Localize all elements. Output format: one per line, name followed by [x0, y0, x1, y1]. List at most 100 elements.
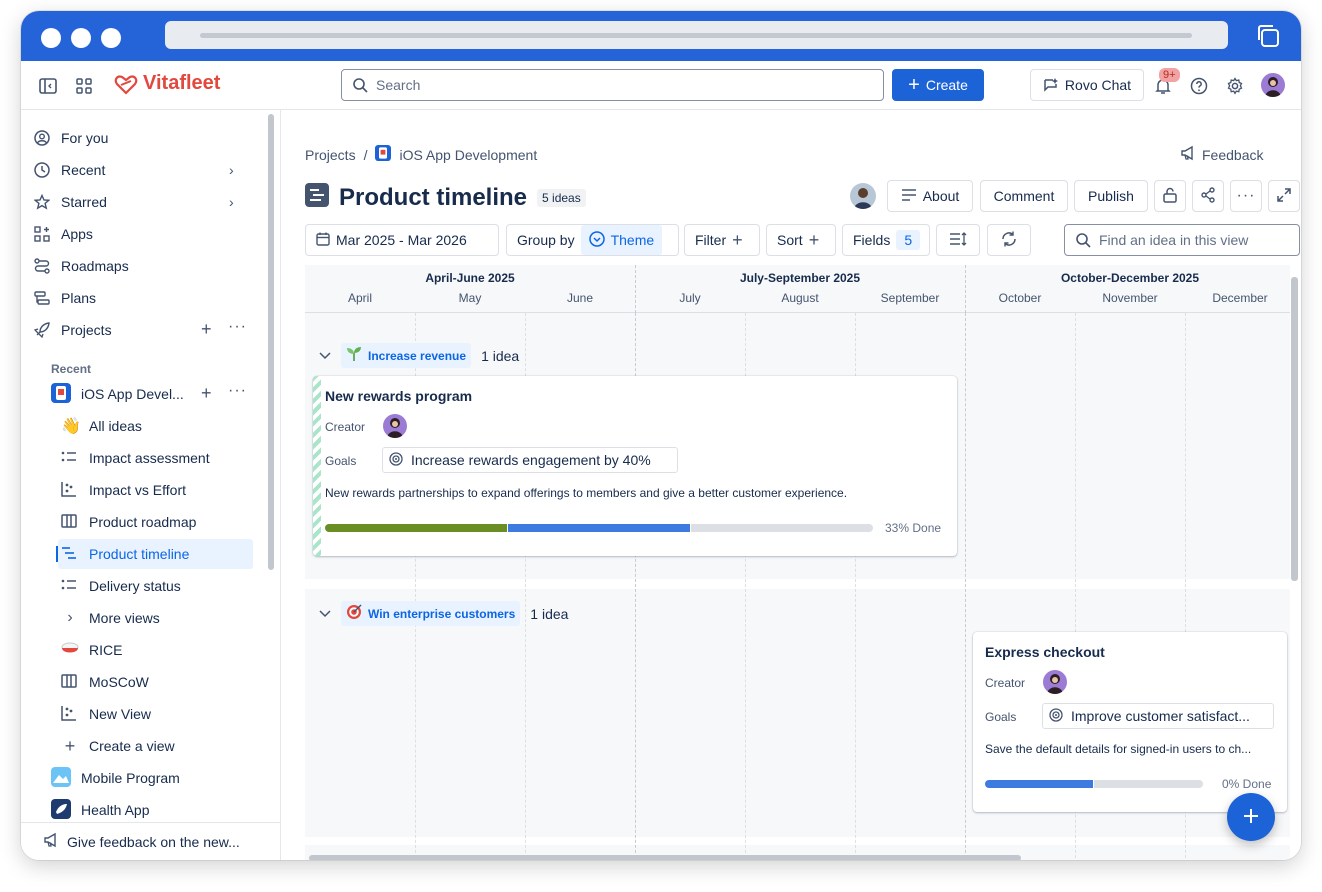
- find-idea-input[interactable]: [1099, 232, 1289, 248]
- collaborator-avatar[interactable]: [850, 183, 876, 209]
- progress-todo-segment: [1094, 780, 1203, 788]
- sidebar-item-label: Plans: [61, 290, 97, 306]
- sidebar-item-apps[interactable]: Apps: [33, 219, 93, 249]
- group-by-theme-chip[interactable]: Theme: [580, 225, 663, 255]
- chevron-down-icon[interactable]: [319, 607, 331, 621]
- refresh-arrows-icon: [1000, 230, 1018, 251]
- goals-label: Goals: [325, 454, 357, 468]
- more-actions-button[interactable]: ···: [1230, 180, 1262, 212]
- chevron-down-icon[interactable]: [319, 349, 331, 363]
- plus-icon: [1242, 807, 1260, 828]
- app-switcher-icon[interactable]: [73, 75, 95, 97]
- view-moscow[interactable]: MoSCoW: [61, 667, 149, 697]
- view-impact-assessment[interactable]: Impact assessment: [61, 443, 210, 473]
- give-feedback-button[interactable]: Give feedback on the new...: [21, 822, 280, 860]
- window-maximize-dot[interactable]: [101, 28, 121, 48]
- timeline-horizontal-scrollbar[interactable]: [309, 855, 1021, 860]
- row-height-button[interactable]: [936, 224, 980, 256]
- sidebar-scrollbar[interactable]: [268, 114, 274, 570]
- date-range-button[interactable]: Mar 2025 - Mar 2026: [305, 224, 499, 256]
- create-view-button[interactable]: + Create a view: [61, 731, 175, 761]
- unlock-button[interactable]: [1154, 180, 1186, 212]
- plans-icon: [33, 289, 51, 307]
- breadcrumb-project[interactable]: iOS App Development: [399, 147, 537, 163]
- add-view-plus-icon[interactable]: +: [201, 384, 212, 402]
- copy-window-icon[interactable]: [1255, 23, 1281, 49]
- goal-chip[interactable]: Improve customer satisfact...: [1042, 703, 1274, 729]
- view-delivery-status[interactable]: Delivery status: [61, 571, 181, 601]
- window-minimize-dot[interactable]: [71, 28, 91, 48]
- search-input[interactable]: [376, 77, 856, 93]
- view-label: Create a view: [89, 738, 175, 754]
- user-avatar[interactable]: [1261, 73, 1285, 97]
- grid-line: [965, 313, 966, 860]
- sidebar-item-plans[interactable]: Plans: [33, 283, 96, 313]
- breadcrumb-projects[interactable]: Projects: [305, 147, 356, 163]
- creator-avatar[interactable]: [383, 414, 407, 438]
- filter-button[interactable]: Filter +: [684, 224, 760, 256]
- about-button[interactable]: About: [887, 180, 973, 212]
- sidebar-project-health-app[interactable]: Health App: [51, 795, 150, 825]
- view-product-timeline[interactable]: Product timeline: [58, 539, 253, 569]
- add-project-plus-icon[interactable]: +: [201, 320, 212, 338]
- view-impact-vs-effort[interactable]: Impact vs Effort: [61, 475, 186, 505]
- chevron-right-icon[interactable]: ›: [229, 194, 234, 210]
- find-idea-box[interactable]: [1064, 224, 1300, 256]
- comment-label: Comment: [993, 188, 1055, 204]
- comment-button[interactable]: Comment: [980, 180, 1068, 212]
- address-bar[interactable]: [165, 21, 1228, 49]
- view-rice[interactable]: RICE: [61, 635, 122, 665]
- projects-more-icon[interactable]: ···: [228, 318, 247, 336]
- more-horizontal-icon: ···: [1236, 187, 1256, 204]
- fullscreen-button[interactable]: [1268, 180, 1300, 212]
- sidebar-project-ios-app[interactable]: iOS App Devel...: [51, 379, 184, 409]
- sidebar-item-recent[interactable]: Recent: [33, 155, 105, 185]
- project-more-icon[interactable]: ···: [228, 382, 247, 400]
- group-count: 1 idea: [481, 347, 520, 364]
- create-button[interactable]: + Create: [892, 69, 984, 101]
- sidebar-item-projects[interactable]: Projects: [33, 315, 112, 345]
- view-label: MoSCoW: [89, 674, 149, 690]
- theme-tag[interactable]: Increase revenue: [341, 343, 472, 368]
- sidebar-item-for-you[interactable]: For you: [33, 123, 108, 153]
- sidebar-toggle-icon[interactable]: [37, 75, 59, 97]
- view-product-roadmap[interactable]: Product roadmap: [61, 507, 196, 537]
- search-box[interactable]: [341, 69, 884, 101]
- sidebar-project-mobile-program[interactable]: Mobile Program: [51, 763, 180, 793]
- view-more-views[interactable]: › More views: [61, 603, 159, 633]
- share-button[interactable]: [1192, 180, 1224, 212]
- theme-tag[interactable]: Win enterprise customers: [341, 601, 521, 626]
- help-icon[interactable]: [1189, 76, 1209, 96]
- app-logo[interactable]: Vitafleet: [113, 72, 220, 95]
- group-header-win-enterprise[interactable]: Win enterprise customers 1 idea: [319, 601, 568, 626]
- timeline-grid: April-June 2025 July-September 2025 Octo…: [305, 265, 1290, 860]
- sidebar-item-starred[interactable]: Starred: [33, 187, 107, 217]
- idea-card-new-rewards[interactable]: New rewards program Creator Goals Increa…: [313, 376, 957, 556]
- group-by-button[interactable]: Group by Theme: [506, 224, 679, 256]
- group-header-increase-revenue[interactable]: Increase revenue 1 idea: [319, 343, 519, 368]
- chevron-right-icon[interactable]: ›: [229, 162, 234, 178]
- goal-chip[interactable]: Increase rewards engagement by 40%: [382, 447, 678, 473]
- settings-gear-icon[interactable]: [1225, 76, 1245, 96]
- sort-button[interactable]: Sort +: [766, 224, 836, 256]
- feedback-button[interactable]: Feedback: [1180, 145, 1263, 164]
- sidebar-item-roadmaps[interactable]: Roadmaps: [33, 251, 129, 281]
- rovo-chat-button[interactable]: Rovo Chat: [1030, 69, 1144, 101]
- idea-card-express-checkout[interactable]: Express checkout Creator Goals Improve c…: [973, 632, 1287, 812]
- ios-project-icon: [375, 145, 392, 164]
- board-columns-icon: [61, 513, 79, 531]
- add-idea-fab[interactable]: [1227, 793, 1275, 841]
- publish-button[interactable]: Publish: [1074, 180, 1148, 212]
- fields-button[interactable]: Fields 5: [842, 224, 930, 256]
- timeline-vertical-scrollbar[interactable]: [1291, 277, 1298, 581]
- view-all-ideas[interactable]: 👋 All ideas: [61, 411, 142, 441]
- megaphone-icon: [43, 832, 59, 851]
- timeline-page-icon: [305, 183, 329, 212]
- window-close-dot[interactable]: [41, 28, 61, 48]
- view-new-view[interactable]: New View: [61, 699, 151, 729]
- auto-arrange-button[interactable]: [987, 224, 1031, 256]
- goal-text: Increase rewards engagement by 40%: [411, 452, 651, 468]
- progress-todo-segment: [691, 524, 873, 532]
- breadcrumb: Projects / iOS App Development: [305, 145, 537, 164]
- creator-avatar[interactable]: [1043, 670, 1067, 694]
